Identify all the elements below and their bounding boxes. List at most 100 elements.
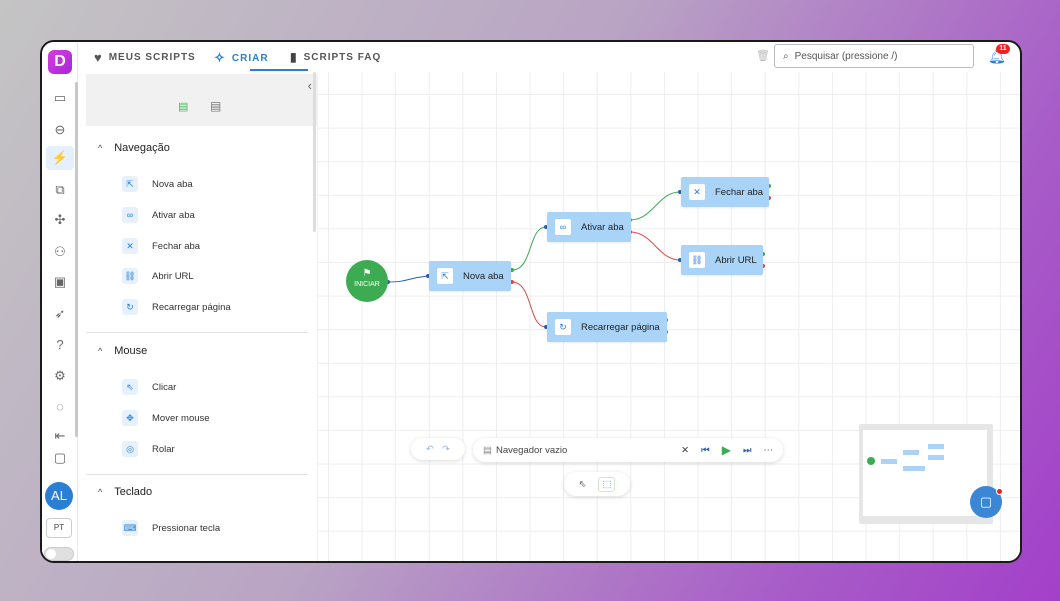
avatar[interactable]: AL: [45, 482, 73, 510]
redo-icon[interactable]: ↷: [442, 444, 450, 455]
node-recarregar-pagina[interactable]: ↻ Recarregar página: [547, 312, 667, 342]
search-icon: ⌕: [783, 50, 789, 62]
section-navegacao[interactable]: ^ Navegação: [86, 142, 308, 154]
cursor-click-icon: ⇖: [122, 379, 138, 395]
api-icon[interactable]: ▣: [50, 272, 70, 292]
blocks-tab-icon[interactable]: ▤: [178, 100, 188, 113]
icon-rail: D ▭ ⊖ ⚡ ⧉ ✣ ⚇ ▣ ➶ ? ⚙ ◌ ⇤ ▢ AL PT: [42, 42, 78, 561]
link-icon: ∞: [122, 207, 138, 223]
action-mover-mouse[interactable]: ✥ Mover mouse: [122, 410, 210, 426]
minimap-node: [928, 455, 944, 460]
copy-icon[interactable]: ⧉: [50, 180, 70, 200]
chevron-up-icon: ^: [98, 487, 103, 497]
section-title: Teclado: [114, 486, 153, 498]
section-header[interactable]: ^ Navegação: [86, 142, 308, 154]
edge-ativar-abrir: [629, 231, 681, 261]
action-fechar-aba[interactable]: ✕ Fechar aba: [122, 238, 200, 254]
top-bar: ♥ MEUS SCRIPTS ✧ CRIAR ▮ SCRIPTS FAQ 🗑 ⌕…: [78, 42, 1020, 72]
skip-back-icon[interactable]: ⏮: [701, 445, 710, 456]
panel-scrollbar[interactable]: [313, 72, 316, 232]
theme-toggle[interactable]: [44, 547, 74, 561]
action-label: Rolar: [152, 443, 175, 455]
action-clicar[interactable]: ⇖ Clicar: [122, 379, 176, 395]
browser-status: Navegador vazio: [495, 444, 568, 456]
app-window: D ▭ ⊖ ⚡ ⧉ ✣ ⚇ ▣ ➶ ? ⚙ ◌ ⇤ ▢ AL PT ♥ MEUS…: [40, 40, 1022, 563]
section-mouse[interactable]: ^ Mouse: [86, 345, 308, 357]
node-label: Abrir URL: [715, 254, 757, 266]
undo-icon[interactable]: ↶: [426, 444, 434, 455]
flag-icon: ⚑: [362, 268, 372, 279]
language-selector[interactable]: PT: [46, 518, 72, 538]
actions-panel: ‹ ▤ ▤ ^ Navegação ⇱ Nova aba ∞ Ativar ab…: [78, 72, 318, 561]
chevron-up-icon: ^: [98, 346, 103, 356]
chain-link-icon: ⛓: [689, 252, 705, 268]
minimap-node: [881, 459, 897, 464]
node-fechar-aba[interactable]: ✕ Fechar aba: [681, 177, 769, 207]
node-nova-aba[interactable]: ⇱ Nova aba: [429, 261, 511, 291]
edge-nova-ativar: [511, 226, 547, 271]
minimap-start: [867, 457, 875, 465]
section-header[interactable]: ^ Mouse: [86, 345, 308, 357]
box-select-icon[interactable]: ⬚: [598, 476, 616, 492]
action-ativar-aba[interactable]: ∞ Ativar aba: [122, 207, 195, 223]
tab-scripts-faq[interactable]: ▮ SCRIPTS FAQ: [290, 50, 381, 64]
node-label: Nova aba: [463, 270, 504, 282]
flow-canvas[interactable]: ⚑ INICIAR ⇱ Nova aba ∞ Ativar aba ↻ Reca…: [318, 72, 1020, 561]
code-tab-icon[interactable]: ▤: [210, 99, 221, 113]
tab-label: MEUS SCRIPTS: [108, 52, 196, 63]
action-label: Nova aba: [152, 178, 193, 190]
tab-label: SCRIPTS FAQ: [303, 51, 382, 63]
search-input[interactable]: ⌕ Pesquisar (pressione /): [774, 44, 974, 68]
trash-icon[interactable]: 🗑: [756, 49, 770, 62]
close-icon: ✕: [122, 238, 138, 254]
start-node[interactable]: ⚑ INICIAR: [346, 260, 388, 302]
action-label: Abrir URL: [152, 270, 194, 282]
action-abrir-url[interactable]: ⛓ Abrir URL: [122, 268, 194, 284]
pointer-icon[interactable]: ⇖: [579, 479, 587, 490]
section-teclado[interactable]: ^ Teclado: [86, 486, 308, 498]
book-icon: ▮: [290, 50, 298, 64]
section-title: Navegação: [114, 142, 170, 154]
link-icon: ∞: [555, 219, 571, 235]
more-icon[interactable]: ⋯: [764, 445, 774, 456]
action-label: Clicar: [152, 381, 177, 393]
help-icon[interactable]: ?: [50, 334, 70, 354]
action-nova-aba[interactable]: ⇱ Nova aba: [122, 176, 193, 192]
action-label: Mover mouse: [152, 412, 210, 424]
node-label: Fechar aba: [715, 186, 764, 198]
logout-icon[interactable]: ⇤: [50, 426, 70, 446]
collapse-icon[interactable]: ‹: [308, 78, 312, 93]
search-placeholder: Pesquisar (pressione /): [794, 50, 898, 62]
node-label: Ativar aba: [581, 221, 624, 233]
section-header[interactable]: ^ Teclado: [86, 486, 308, 498]
chevron-up-icon: ^: [98, 143, 103, 153]
link-icon[interactable]: ⊖: [50, 120, 70, 140]
settings-icon[interactable]: ⚙: [50, 366, 70, 386]
rocket-icon[interactable]: ➶: [50, 304, 70, 324]
action-label: Fechar aba: [152, 240, 201, 252]
action-pressionar-tecla[interactable]: ⌨ Pressionar tecla: [122, 520, 220, 536]
tab-meus-scripts[interactable]: ♥ MEUS SCRIPTS: [94, 50, 196, 65]
action-label: Pressionar tecla: [152, 522, 221, 534]
close-icon[interactable]: ✕: [681, 445, 689, 456]
flow-builder-icon[interactable]: ⚡: [46, 146, 74, 170]
lightbulb-icon[interactable]: ◌: [50, 396, 70, 416]
sparkle-icon: ✧: [214, 50, 226, 65]
external-link-icon: ⇱: [437, 268, 453, 284]
play-icon[interactable]: ▶: [722, 443, 731, 457]
action-recarregar-pagina[interactable]: ↻ Recarregar página: [122, 299, 231, 315]
skip-forward-icon[interactable]: ⏭: [743, 445, 752, 456]
window-icon[interactable]: ▭: [50, 88, 70, 108]
tab-criar[interactable]: ✧ CRIAR: [214, 50, 269, 66]
app-logo[interactable]: D: [48, 50, 72, 74]
notification-badge: 11: [996, 44, 1010, 54]
node-abrir-url[interactable]: ⛓ Abrir URL: [681, 245, 763, 275]
node-ativar-aba[interactable]: ∞ Ativar aba: [547, 212, 631, 242]
action-rolar[interactable]: ◎ Rolar: [122, 441, 175, 457]
minimap-node: [928, 444, 944, 449]
users-icon[interactable]: ⚇: [50, 242, 70, 262]
browser-controls: ▤ Navegador vazio ✕ ⏮ ▶ ⏭ ⋯: [473, 438, 783, 462]
keyboard-icon: ⌨: [122, 520, 138, 536]
wallet-icon[interactable]: ▢: [50, 448, 70, 468]
puzzle-icon[interactable]: ✣: [50, 210, 70, 230]
